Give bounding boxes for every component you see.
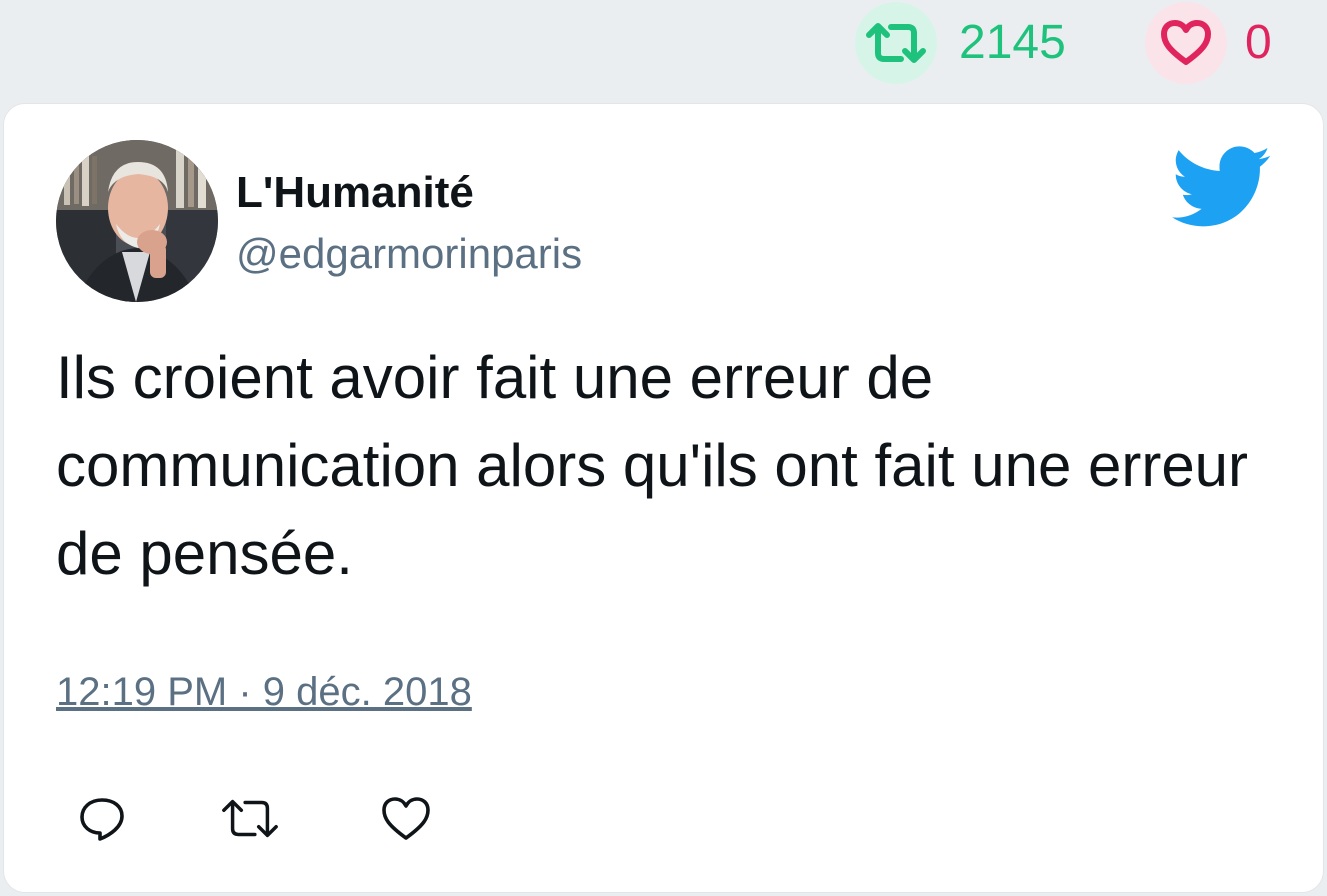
retweet-icon[interactable]: [855, 2, 937, 84]
heart-icon[interactable]: [376, 789, 436, 849]
like-count: 0: [1245, 16, 1272, 69]
tweet-timestamp-link[interactable]: 12:19 PM · 9 déc. 2018: [56, 670, 472, 715]
retweet-icon[interactable]: [220, 789, 280, 849]
tweet-actions: [4, 789, 1323, 849]
heart-icon[interactable]: [1145, 2, 1227, 84]
tweet-text: Ils croient avoir fait une erreur de com…: [56, 344, 1249, 587]
tweet-stats-bar: 2145 0: [0, 0, 1327, 100]
author-handle[interactable]: @edgarmorinparis: [236, 230, 582, 278]
like-stat[interactable]: 0: [1145, 2, 1272, 84]
tweet-card: L'Humanité @edgarmorinparis Ils croient …: [3, 103, 1324, 893]
avatar[interactable]: [56, 140, 218, 302]
twitter-bird-icon[interactable]: [1172, 146, 1272, 230]
retweet-stat[interactable]: 2145: [855, 2, 1066, 84]
retweet-count: 2145: [959, 16, 1066, 69]
reply-icon[interactable]: [72, 789, 132, 849]
author-name[interactable]: L'Humanité: [236, 168, 474, 218]
